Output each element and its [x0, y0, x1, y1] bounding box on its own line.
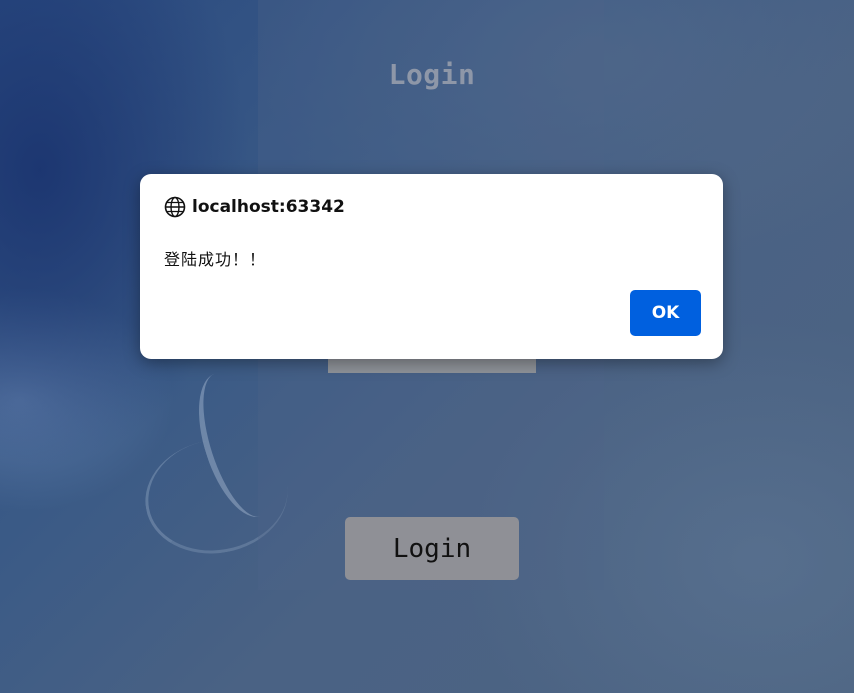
dialog-origin: localhost:63342: [192, 197, 345, 217]
dialog-header: localhost:63342: [164, 196, 345, 218]
page-title: Login: [388, 58, 476, 91]
ok-button[interactable]: OK: [630, 290, 701, 336]
login-form-field: [328, 358, 536, 373]
login-button[interactable]: Login: [345, 517, 519, 580]
globe-icon: [164, 196, 186, 218]
alert-dialog: localhost:63342 登陆成功！！ OK: [140, 174, 723, 359]
dialog-message: 登陆成功！！: [164, 250, 267, 269]
